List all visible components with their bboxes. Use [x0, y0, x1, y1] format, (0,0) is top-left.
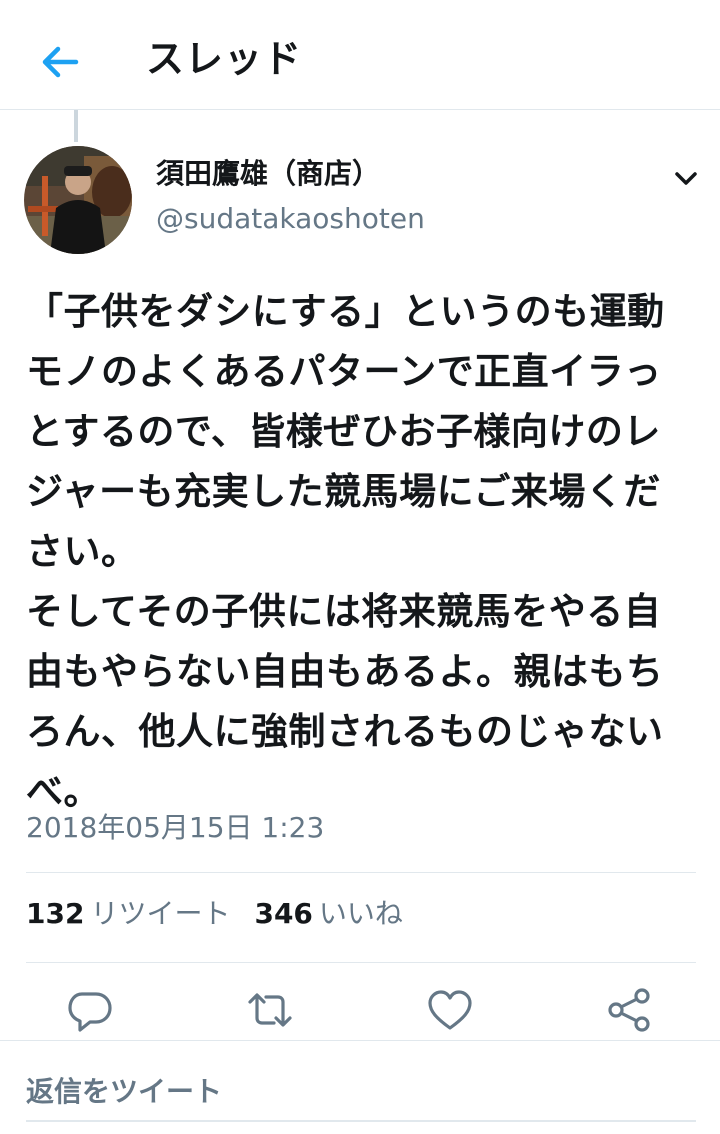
retweet-label[interactable]: リツイート	[90, 897, 230, 930]
like-button[interactable]	[426, 986, 474, 1034]
share-icon	[608, 988, 650, 1032]
tweet-timestamp[interactable]: 2018年05月15日 1:23	[26, 806, 324, 846]
avatar[interactable]	[24, 146, 132, 254]
retweet-button[interactable]	[246, 986, 294, 1034]
thread-connector	[74, 110, 78, 142]
reply-button[interactable]	[66, 986, 114, 1034]
reply-underline	[26, 1120, 696, 1122]
arrow-left-icon	[42, 46, 79, 78]
heart-icon	[428, 990, 472, 1030]
more-options-button[interactable]	[668, 160, 704, 196]
like-label[interactable]: いいね	[319, 897, 403, 930]
divider	[26, 962, 696, 963]
page-title: スレッド	[146, 37, 303, 81]
top-bar: スレッド	[0, 0, 720, 110]
tweet-text: 「子供をダシにする」というのも運動モノのよくあるパターンで正直イラっとするので、…	[26, 290, 665, 813]
share-button[interactable]	[606, 986, 654, 1034]
chevron-down-icon	[675, 172, 697, 185]
author-handle[interactable]: @sudatakaoshoten	[156, 202, 425, 235]
back-button[interactable]	[36, 38, 84, 86]
author-name[interactable]: 須田鷹雄（商店）	[156, 152, 380, 192]
retweet-count[interactable]: 132	[26, 897, 84, 930]
divider	[26, 872, 696, 873]
reply-input[interactable]: 返信をツイート	[26, 1070, 222, 1110]
retweet-icon	[248, 993, 292, 1027]
like-count[interactable]: 346	[254, 897, 312, 930]
comment-icon	[68, 992, 112, 1032]
engagement-stats: 132 リツイート 346 いいね	[26, 892, 427, 932]
